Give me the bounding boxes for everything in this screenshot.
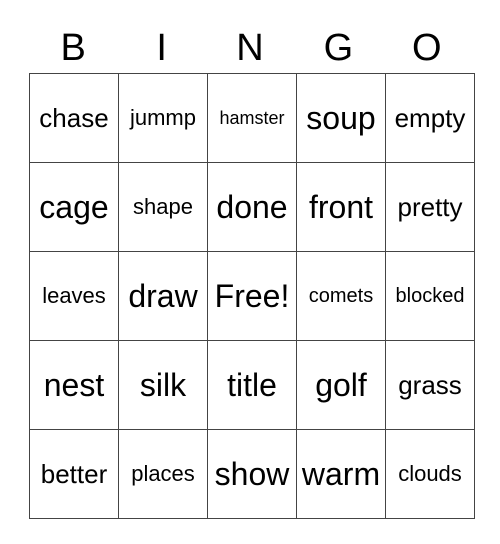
header-letter-o: O xyxy=(412,27,442,69)
card-cell[interactable]: shape xyxy=(118,162,208,252)
header-letter-b: B xyxy=(60,27,86,69)
card-cell[interactable]: grass xyxy=(385,340,475,430)
card-cell[interactable]: jummp xyxy=(118,73,208,163)
card-cell[interactable]: done xyxy=(207,162,297,252)
card-cell[interactable]: title xyxy=(207,340,297,430)
card-cell[interactable]: front xyxy=(296,162,386,252)
card-cell[interactable]: golf xyxy=(296,340,386,430)
card-cell[interactable]: chase xyxy=(29,73,119,163)
card-cell[interactable]: warm xyxy=(296,429,386,519)
header-letter-n: N xyxy=(236,27,264,69)
card-row: better places show warm clouds xyxy=(29,429,475,519)
card-cell[interactable]: better xyxy=(29,429,119,519)
card-cell[interactable]: blocked xyxy=(385,251,475,341)
bingo-header: B I N G O xyxy=(29,26,471,70)
bingo-card: chase jummp hamster soup empty cage shap… xyxy=(29,73,475,519)
card-row: cage shape done front pretty xyxy=(29,162,475,252)
card-cell[interactable]: silk xyxy=(118,340,208,430)
card-cell[interactable]: empty xyxy=(385,73,475,163)
card-cell[interactable]: clouds xyxy=(385,429,475,519)
card-cell[interactable]: comets xyxy=(296,251,386,341)
card-cell[interactable]: pretty xyxy=(385,162,475,252)
card-cell[interactable]: nest xyxy=(29,340,119,430)
header-letter-i: I xyxy=(156,27,167,69)
card-cell[interactable]: hamster xyxy=(207,73,297,163)
card-cell[interactable]: show xyxy=(207,429,297,519)
header-letter-g: G xyxy=(323,27,354,69)
card-cell[interactable]: soup xyxy=(296,73,386,163)
card-cell[interactable]: draw xyxy=(118,251,208,341)
free-space-cell[interactable]: Free! xyxy=(207,251,297,341)
card-row: chase jummp hamster soup empty xyxy=(29,73,475,163)
card-row: leaves draw Free! comets blocked xyxy=(29,251,475,341)
card-cell[interactable]: places xyxy=(118,429,208,519)
card-cell[interactable]: cage xyxy=(29,162,119,252)
card-row: nest silk title golf grass xyxy=(29,340,475,430)
card-cell[interactable]: leaves xyxy=(29,251,119,341)
